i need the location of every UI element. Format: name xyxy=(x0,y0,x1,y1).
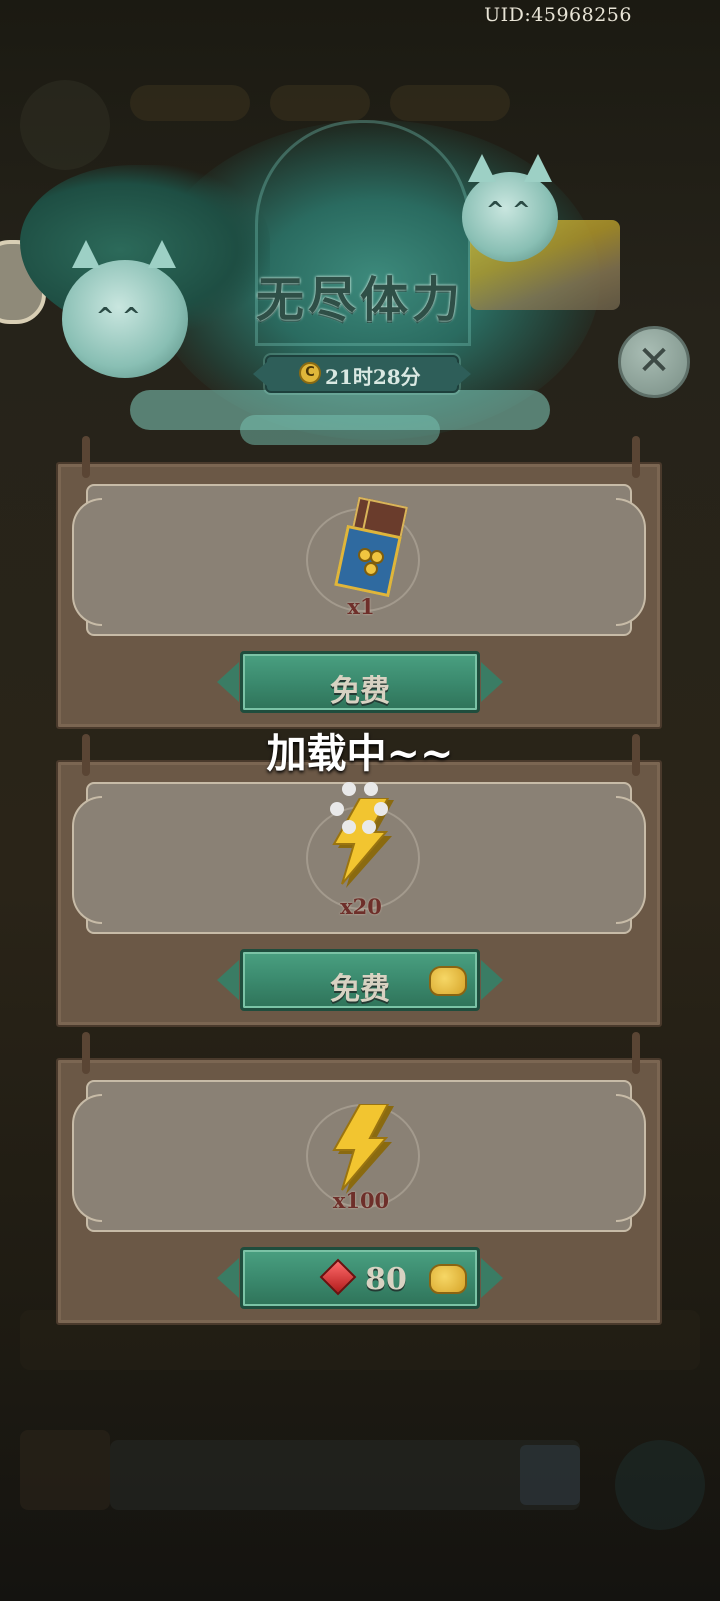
ticket-bundle-icon xyxy=(334,496,408,598)
item-quantity: x20 xyxy=(340,894,382,919)
claim-free-ad-button[interactable]: 免费 xyxy=(217,949,503,1011)
reward-card-3: x100 80 xyxy=(56,1032,662,1325)
piggy-bank-icon xyxy=(429,966,467,996)
popup-title: 无尽体力 xyxy=(255,272,464,328)
clock-coin-icon: C xyxy=(299,362,321,384)
price-label: 80 xyxy=(365,1262,407,1297)
timer-pill: C 21时28分 xyxy=(253,355,471,393)
item-quantity: x1 xyxy=(347,594,375,619)
button-label: 免费 xyxy=(330,674,390,709)
loading-text: 加载中~~ xyxy=(266,730,454,777)
timer-text: 21时28分 xyxy=(325,365,421,389)
buy-with-ruby-button[interactable]: 80 xyxy=(217,1247,503,1309)
piggy-bank-icon xyxy=(429,1264,467,1294)
close-icon[interactable]: ✕ xyxy=(618,326,690,398)
reward-card-1: x1 免费 xyxy=(56,436,662,729)
uid-label: UID:45968256 xyxy=(484,4,632,26)
reward-panel: x1 xyxy=(72,484,646,636)
loading-spinner xyxy=(328,778,388,838)
popup-header: ^ ^ ^ ^ 无尽体力 C 21时28分 xyxy=(0,110,720,460)
cat-mascot-right: ^ ^ xyxy=(462,154,558,262)
lightning-bolt-icon xyxy=(332,1104,394,1194)
claim-free-button[interactable]: 免费 xyxy=(217,651,503,713)
reward-panel: x100 xyxy=(72,1080,646,1232)
cloud-decoration-small xyxy=(240,415,440,445)
item-quantity: x100 xyxy=(332,1188,390,1213)
